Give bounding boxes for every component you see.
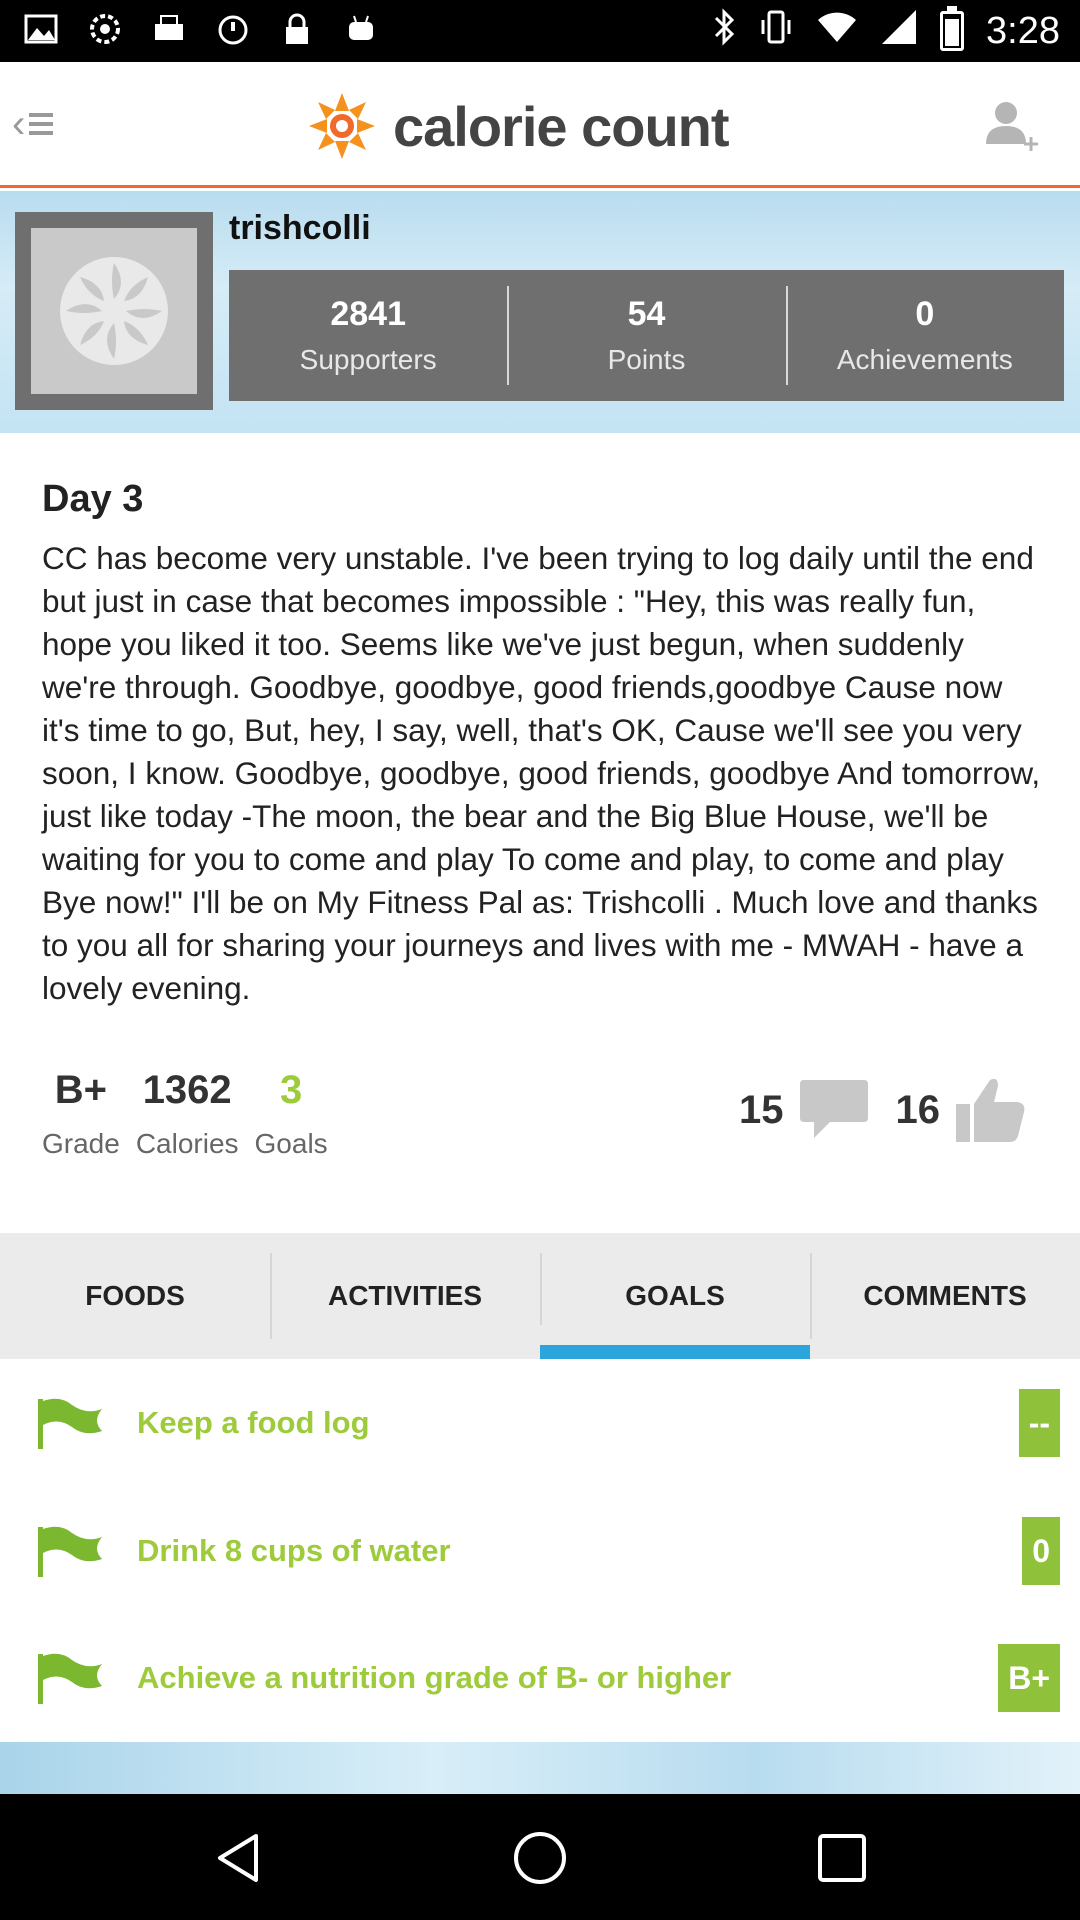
- footer-band: [0, 1742, 1080, 1794]
- vibrate-icon: [758, 8, 794, 54]
- comments-count: 15: [739, 1087, 784, 1132]
- wifi-icon: [816, 8, 858, 54]
- chevron-left-icon: ‹: [12, 102, 26, 146]
- goal-row[interactable]: Achieve a nutrition grade of B- or highe…: [0, 1614, 1080, 1742]
- menu-button[interactable]: ‹: [12, 100, 68, 148]
- tab-comments[interactable]: COMMENTS: [810, 1233, 1080, 1359]
- fax-icon: [152, 12, 186, 46]
- goal-status-badge: B+: [998, 1644, 1060, 1712]
- stat-value: 54: [627, 295, 666, 333]
- calories-label: Calories: [135, 1128, 239, 1159]
- hamburger-icon: [29, 108, 54, 140]
- goal-text: Achieve a nutrition grade of B- or highe…: [137, 1660, 732, 1695]
- post-body: CC has become very unstable. I've been t…: [42, 540, 1041, 1006]
- social-actions: 15 16: [739, 1074, 1026, 1146]
- profile-header: trishcolli 2841 Supporters 54 Points 0 A…: [0, 191, 1080, 433]
- signal-icon: [880, 8, 918, 54]
- stat-points[interactable]: 54 Points: [507, 270, 785, 401]
- post-title: Day 3: [42, 478, 144, 520]
- journal-post: Day 3 CC has become very unstable. I've …: [42, 478, 1042, 1010]
- system-icons: 3:28: [712, 6, 1060, 54]
- tab-foods[interactable]: FOODS: [0, 1233, 270, 1359]
- avatar[interactable]: [15, 212, 213, 410]
- add-friend-icon[interactable]: [982, 96, 1040, 154]
- day-summary: B+ Grade 1362 Calories 3 Goals: [42, 1068, 328, 1160]
- stat-supporters[interactable]: 2841 Supporters: [229, 270, 507, 401]
- app-header: ‹ calorie count: [0, 62, 1080, 188]
- notification-icons: [24, 12, 378, 46]
- lock-icon: [280, 12, 314, 46]
- flag-icon: [38, 1398, 102, 1449]
- summary-grade: B+ Grade: [42, 1068, 120, 1160]
- summary-calories: 1362 Calories: [136, 1068, 239, 1160]
- alarm-icon: [216, 12, 250, 46]
- status-bar: 3:28: [0, 0, 1080, 62]
- photo-icon: [24, 12, 58, 46]
- flag-icon: [38, 1526, 102, 1577]
- flag-icon: [38, 1653, 102, 1704]
- goal-text: Keep a food log: [137, 1405, 370, 1440]
- settings-icon: [88, 12, 122, 46]
- username[interactable]: trishcolli: [229, 209, 371, 248]
- grade-value: B+: [54, 1068, 108, 1112]
- sun-logo-icon: [309, 93, 375, 159]
- tab-bar: FOODS ACTIVITIES GOALS COMMENTS: [0, 1233, 1080, 1359]
- recent-apps-icon[interactable]: [814, 1830, 870, 1886]
- back-icon[interactable]: [210, 1830, 266, 1886]
- goal-status-badge: 0: [1022, 1517, 1060, 1585]
- brand-name: calorie count: [393, 94, 730, 158]
- stat-achievements[interactable]: 0 Achievements: [785, 270, 1064, 401]
- system-nav-bar: [0, 1794, 1080, 1920]
- stat-value: 2841: [330, 295, 406, 333]
- stat-value: 0: [915, 295, 935, 333]
- home-icon[interactable]: [512, 1830, 568, 1886]
- tab-activities[interactable]: ACTIVITIES: [270, 1233, 540, 1359]
- app-logo: calorie count: [305, 86, 730, 166]
- avatar-placeholder-icon: [60, 257, 168, 365]
- goals-value: 3: [279, 1068, 303, 1112]
- stat-label: Supporters: [299, 344, 437, 375]
- status-time: 3:28: [986, 9, 1060, 52]
- thumbs-up-icon[interactable]: [954, 1074, 1026, 1146]
- goals-label: Goals: [254, 1128, 328, 1159]
- stat-label: Achievements: [836, 344, 1013, 375]
- comment-icon[interactable]: [798, 1076, 870, 1144]
- goal-row[interactable]: Keep a food log --: [0, 1359, 1080, 1487]
- grade-label: Grade: [42, 1128, 120, 1159]
- summary-goals: 3 Goals: [255, 1068, 328, 1160]
- goal-status-badge: --: [1018, 1389, 1060, 1457]
- likes-count: 16: [895, 1087, 941, 1132]
- goal-row[interactable]: Drink 8 cups of water 0: [0, 1487, 1080, 1615]
- goal-text: Drink 8 cups of water: [137, 1533, 451, 1568]
- calories-value: 1362: [142, 1068, 232, 1112]
- bluetooth-icon: [712, 8, 736, 54]
- android-icon: [344, 12, 378, 46]
- battery-icon: [940, 6, 965, 51]
- profile-stats: 2841 Supporters 54 Points 0 Achievements: [229, 270, 1064, 401]
- stat-label: Points: [607, 344, 686, 375]
- tab-goals[interactable]: GOALS: [540, 1233, 810, 1359]
